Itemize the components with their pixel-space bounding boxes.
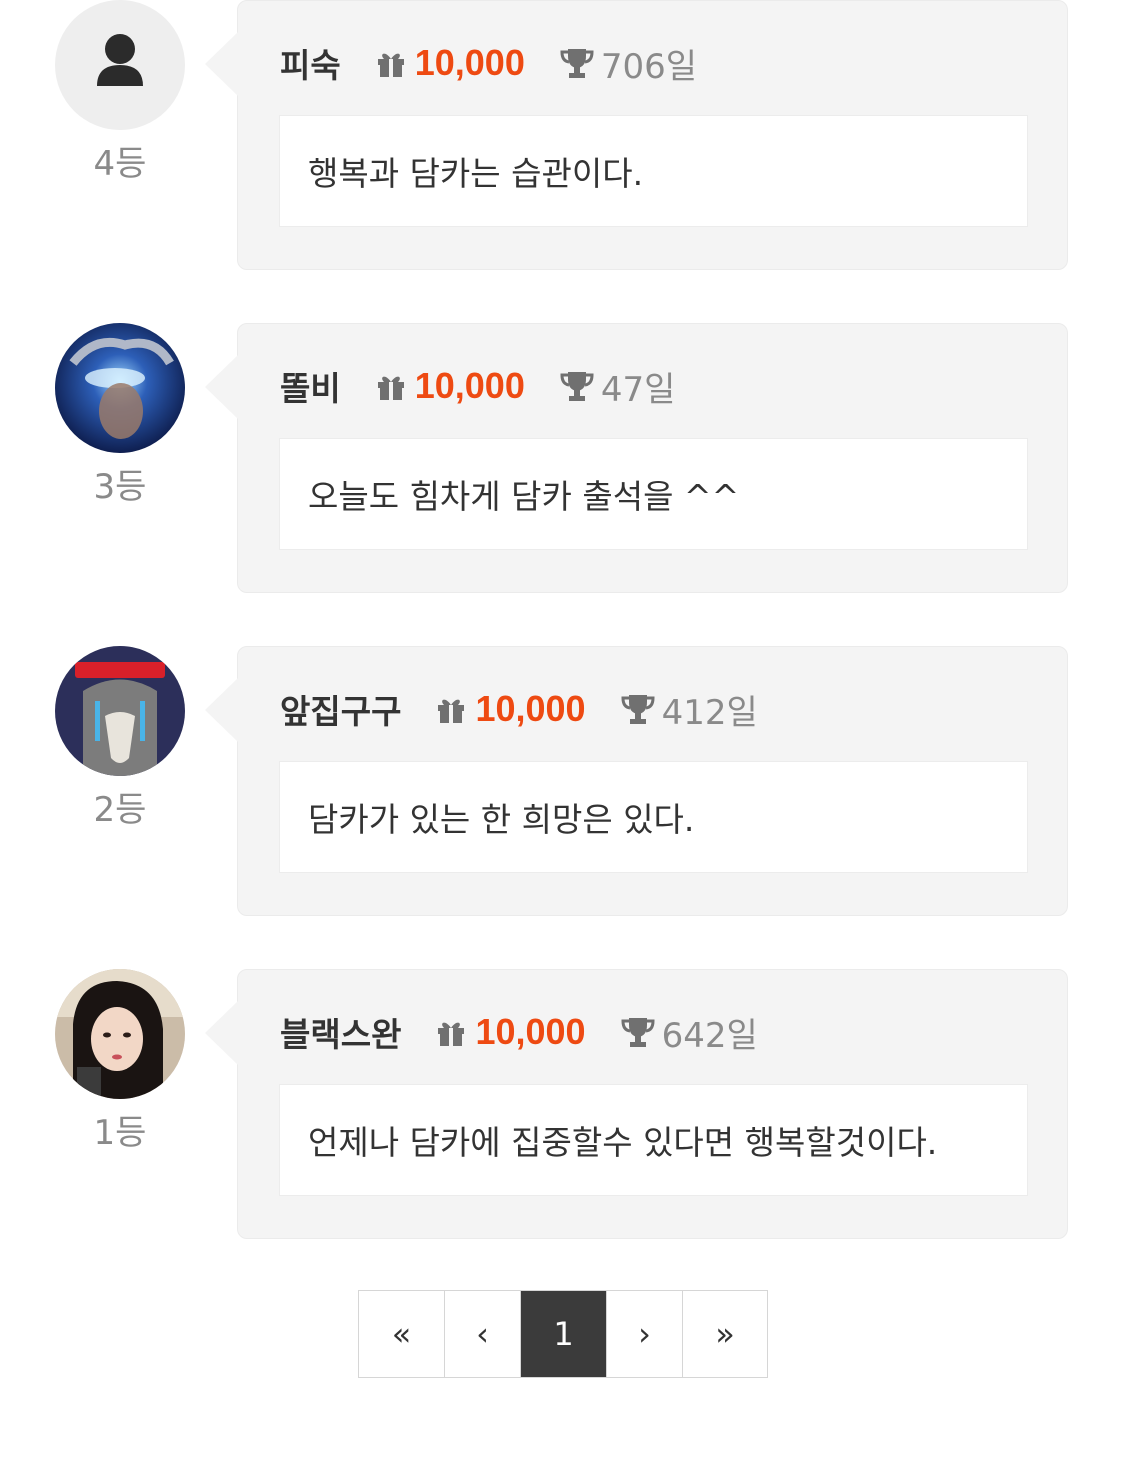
points-value: 10,000 — [414, 365, 525, 406]
comment-meta: 똘비 10,000 47일 — [280, 360, 675, 412]
comment-card: 피숙 10,000 706일 행복과 담카는 습관이다. — [205, 0, 1068, 270]
gift-icon — [377, 376, 404, 400]
profile-photo — [55, 323, 185, 453]
points-value: 10,000 — [414, 42, 525, 83]
trophy-icon — [621, 1018, 655, 1047]
list-item: 2등 앞집구구 10,000 412일 담카가 있는 한 희망은 있다. — [0, 646, 1125, 918]
avatar[interactable] — [55, 323, 185, 453]
gift-icon — [438, 1022, 465, 1046]
list-item: 1등 블랙스완 10,000 642일 언제나 담카에 집중할수 있다면 행복할… — [0, 969, 1125, 1241]
comment-message: 언제나 담카에 집중할수 있다면 행복할것이다. — [279, 1084, 1028, 1196]
person-icon — [97, 34, 143, 86]
username[interactable]: 블랙스완 — [280, 1008, 401, 1056]
rank-label: 2등 — [93, 790, 147, 830]
profile-photo — [55, 969, 185, 1099]
current-page-button[interactable]: 1 — [521, 1291, 607, 1377]
next-page-button[interactable]: › — [607, 1291, 683, 1377]
username[interactable]: 앞집구구 — [280, 685, 401, 733]
username[interactable]: 피숙 — [280, 39, 341, 87]
rank-label: 1등 — [93, 1113, 147, 1153]
points-value: 10,000 — [475, 1011, 586, 1052]
avatar[interactable] — [55, 0, 185, 130]
trophy-icon — [560, 372, 594, 401]
comment-card: 똘비 10,000 47일 오늘도 힘차게 담카 출석을 ^^ — [205, 323, 1068, 593]
profile-photo — [55, 646, 185, 776]
comment-meta: 블랙스완 10,000 642일 — [280, 1006, 758, 1058]
attendance-days: 47일 — [600, 369, 676, 410]
trophy-icon — [621, 695, 655, 724]
comment-card: 앞집구구 10,000 412일 담카가 있는 한 희망은 있다. — [205, 646, 1068, 916]
list-item: 3등 똘비 10,000 47일 오늘도 힘차게 담카 출석을 ^^ — [0, 323, 1125, 595]
gift-icon — [377, 53, 404, 77]
comment-card: 블랙스완 10,000 642일 언제나 담카에 집중할수 있다면 행복할것이다… — [205, 969, 1068, 1239]
rank-label: 4등 — [93, 144, 147, 184]
attendance-days: 642일 — [661, 1015, 758, 1056]
comment-message: 행복과 담카는 습관이다. — [279, 115, 1028, 227]
prev-page-button[interactable]: ‹ — [445, 1291, 521, 1377]
comment-message: 담카가 있는 한 희망은 있다. — [279, 761, 1028, 873]
username[interactable]: 똘비 — [280, 362, 341, 410]
comment-meta: 피숙 10,000 706일 — [280, 37, 697, 89]
list-item: 4등 피숙 10,000 706일 행복과 담카는 습관이다. — [0, 0, 1125, 272]
points-value: 10,000 — [475, 688, 586, 729]
pagination: « ‹ 1 › » — [358, 1290, 768, 1378]
last-page-button[interactable]: » — [683, 1291, 767, 1377]
gift-icon — [438, 699, 465, 723]
trophy-icon — [560, 49, 594, 78]
first-page-button[interactable]: « — [359, 1291, 445, 1377]
avatar[interactable] — [55, 969, 185, 1099]
comment-meta: 앞집구구 10,000 412일 — [280, 683, 758, 735]
avatar[interactable] — [55, 646, 185, 776]
comment-message: 오늘도 힘차게 담카 출석을 ^^ — [279, 438, 1028, 550]
attendance-days: 706일 — [600, 46, 698, 87]
rank-label: 3등 — [93, 467, 147, 507]
attendance-days: 412일 — [661, 692, 758, 733]
